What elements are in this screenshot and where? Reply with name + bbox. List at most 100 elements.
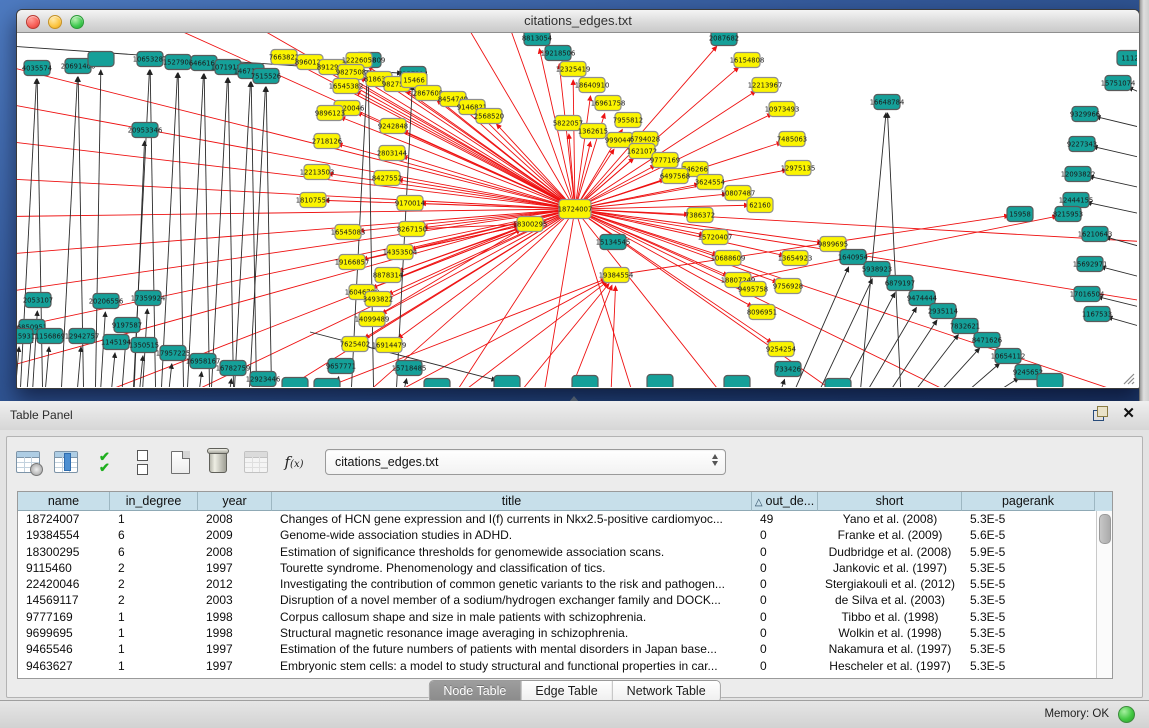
graph-node[interactable]: 16545083	[331, 225, 366, 240]
table-cell[interactable]: 0	[752, 592, 818, 608]
graph-node[interactable]: 12325419	[556, 62, 591, 77]
column-header-out_de[interactable]: △out_de...	[752, 492, 818, 511]
graph-node[interactable]: 2087682	[709, 33, 739, 46]
table-cell[interactable]: 18300295	[18, 544, 110, 560]
table-row[interactable]: 1938455462009Genome-wide association stu…	[18, 527, 1112, 543]
graph-node[interactable]	[1037, 374, 1063, 388]
float-panel-icon[interactable]	[1093, 406, 1108, 421]
tab-network-table[interactable]: Network Table	[613, 681, 720, 702]
table-cell[interactable]: 9115460	[18, 560, 110, 576]
graph-node[interactable]	[825, 379, 851, 388]
network-canvas-svg[interactable]: 4035574206914061065328715279026466160107…	[17, 33, 1137, 387]
resize-grip-icon[interactable]	[1124, 374, 1134, 384]
table-cell[interactable]: Changes of HCN gene expression and I(f) …	[272, 511, 752, 527]
column-header-short[interactable]: short	[818, 492, 962, 511]
graph-node[interactable]: 3624554	[695, 175, 725, 190]
table-cell[interactable]: 1	[110, 511, 198, 527]
table-cell[interactable]: 49	[752, 511, 818, 527]
table-cell[interactable]: Corpus callosum shape and size in male p…	[272, 609, 752, 625]
table-row[interactable]: 1830029562008Estimation of significance …	[18, 544, 1112, 560]
table-row[interactable]: 1872400712008Changes of HCN gene express…	[18, 511, 1112, 527]
window-title-bar[interactable]: citations_edges.txt	[17, 10, 1139, 33]
graph-node[interactable]: 8427552	[372, 171, 402, 186]
table-cell[interactable]: 1998	[198, 625, 272, 641]
table-cell[interactable]: Structural magnetic resonance image aver…	[272, 625, 752, 641]
table-row[interactable]: 977716911998Corpus callosum shape and si…	[18, 609, 1112, 625]
column-settings-icon[interactable]	[15, 449, 41, 475]
graph-node[interactable]: 15751074	[1101, 76, 1136, 91]
graph-node[interactable]: 14353504	[383, 245, 418, 260]
graph-node[interactable]: 9254254	[766, 342, 796, 357]
graph-node[interactable]: 7955812	[613, 113, 643, 128]
table-cell[interactable]: Estimation of significance thresholds fo…	[272, 544, 752, 560]
graph-node[interactable]: 1112	[1117, 51, 1137, 66]
table-cell[interactable]: Dudbridge et al. (2008)	[818, 544, 962, 560]
graph-node[interactable]: 8471626	[972, 333, 1002, 348]
table-cell[interactable]: Tourette syndrome. Phenomenology and cla…	[272, 560, 752, 576]
graph-node[interactable]	[88, 52, 114, 67]
table-cell[interactable]: 1998	[198, 609, 272, 625]
graph-node[interactable]	[572, 376, 598, 388]
graph-node[interactable]: 8267150	[397, 222, 427, 237]
column-header-name[interactable]: name	[18, 492, 110, 511]
table-cell[interactable]: 1997	[198, 658, 272, 674]
graph-node[interactable]: 16648784	[870, 95, 905, 110]
graph-node[interactable]: 2935114	[928, 304, 958, 319]
graph-node[interactable]: 18724007	[558, 200, 593, 219]
table-cell[interactable]: 0	[752, 527, 818, 543]
table-cell[interactable]: 1	[110, 609, 198, 625]
graph-node[interactable]: 5938923	[862, 262, 892, 277]
table-cell[interactable]: 1	[110, 641, 198, 657]
graph-node[interactable]: 15958	[1007, 207, 1033, 222]
table-row[interactable]: 1456911722003Disruption of a novel membe…	[18, 592, 1112, 608]
table-cell[interactable]: 2012	[198, 576, 272, 592]
graph-node[interactable]: 16545382	[329, 79, 364, 94]
graph-node[interactable]: 9827508	[336, 65, 366, 80]
table-cell[interactable]: 5.9E-5	[962, 544, 1095, 560]
graph-node[interactable]: 9197587	[112, 318, 142, 333]
graph-node[interactable]: 7625402	[340, 337, 370, 352]
graph-node[interactable]: 12213967	[748, 78, 783, 93]
tab-node-table[interactable]: Node Table	[429, 681, 521, 702]
graph-node[interactable]: 16961758	[591, 96, 626, 111]
graph-node[interactable]: 6879197	[885, 276, 915, 291]
graph-node[interactable]: 12975135	[781, 161, 816, 176]
table-cell[interactable]: Tibbo et al. (1998)	[818, 609, 962, 625]
graph-node[interactable]: 8215953	[1053, 207, 1083, 222]
column-header-year[interactable]: year	[198, 492, 272, 511]
table-cell[interactable]: 5.3E-5	[962, 560, 1095, 576]
table-cell[interactable]: 14569117	[18, 592, 110, 608]
graph-node[interactable]: 19166857	[335, 255, 370, 270]
graph-node[interactable]: 1167533	[1082, 307, 1112, 322]
graph-node[interactable]: 14099489	[355, 312, 390, 327]
graph-node[interactable]: 7386372	[685, 208, 715, 223]
graph-node[interactable]: 18107554	[296, 193, 331, 208]
table-row[interactable]: 969969511998Structural magnetic resonanc…	[18, 625, 1112, 641]
graph-node[interactable]: 17016504	[1070, 287, 1105, 302]
graph-node[interactable]: 10654112	[991, 349, 1026, 364]
table-cell[interactable]: 1	[110, 658, 198, 674]
graph-node[interactable]	[314, 379, 340, 388]
graph-node[interactable]: 15718485	[392, 361, 427, 376]
table-cell[interactable]: 19384554	[18, 527, 110, 543]
table-cell[interactable]: 2008	[198, 511, 272, 527]
table-cell[interactable]: 6	[110, 544, 198, 560]
table-cell[interactable]: 0	[752, 609, 818, 625]
graph-node[interactable]	[494, 376, 520, 388]
graph-node[interactable]: 10688609	[711, 251, 746, 266]
table-cell[interactable]: 5.3E-5	[962, 641, 1095, 657]
vertical-scrollbar[interactable]	[1096, 511, 1112, 678]
graph-node[interactable]: 4035574	[22, 61, 52, 76]
tab-edge-table[interactable]: Edge Table	[521, 681, 612, 702]
graph-node[interactable]: 2053107	[23, 293, 53, 308]
function-builder-icon[interactable]: f(x)	[281, 449, 307, 475]
table-cell[interactable]: 5.3E-5	[962, 609, 1095, 625]
graph-node[interactable]: 733426	[775, 362, 801, 377]
graph-node[interactable]	[424, 379, 450, 388]
graph-node[interactable]: 9657771	[326, 359, 356, 374]
graph-node[interactable]: 18640910	[575, 78, 610, 93]
graph-node[interactable]: 18300295	[513, 217, 548, 232]
delete-column-icon[interactable]	[205, 449, 231, 475]
graph-node[interactable]: 2803144	[377, 146, 407, 161]
graph-node[interactable]: 2718126	[312, 134, 342, 149]
